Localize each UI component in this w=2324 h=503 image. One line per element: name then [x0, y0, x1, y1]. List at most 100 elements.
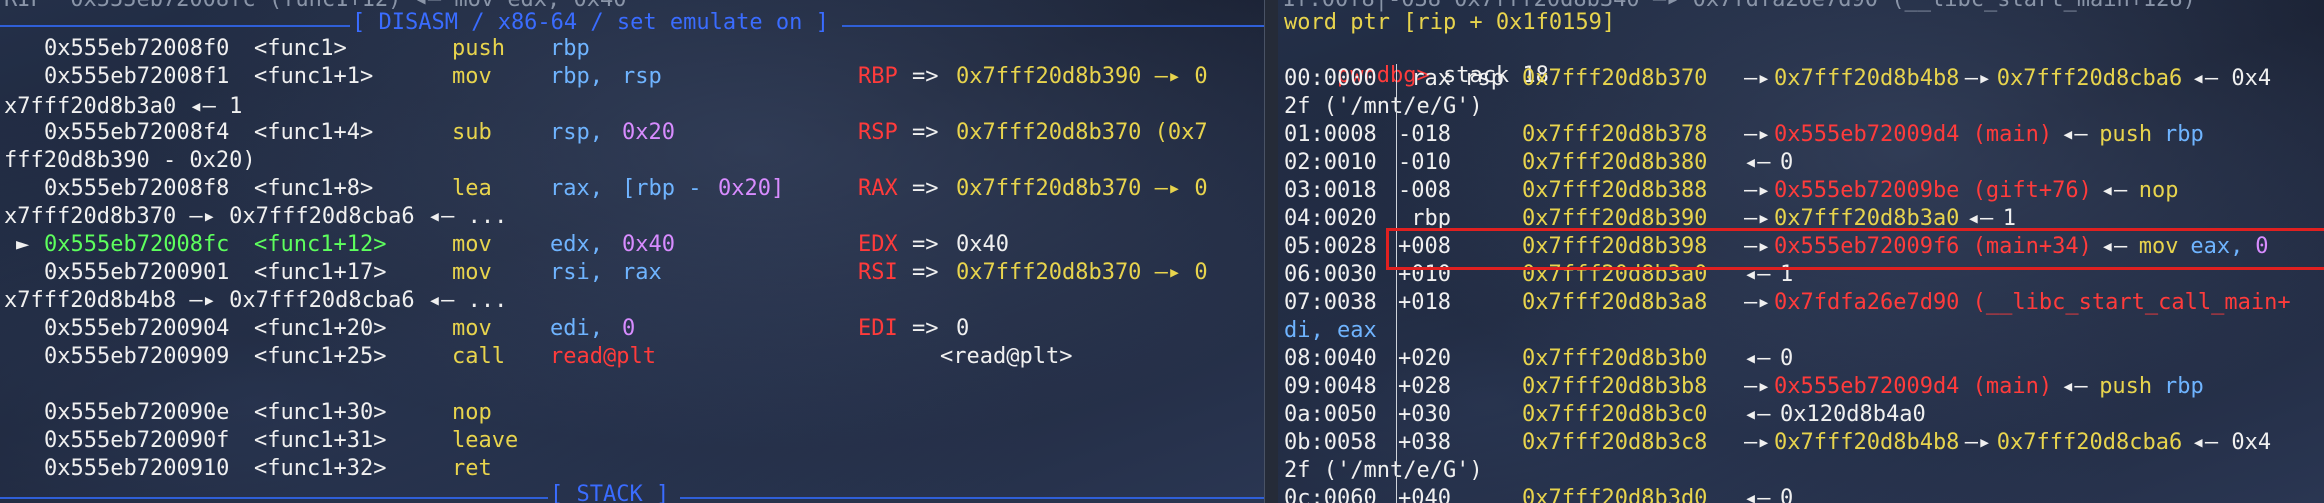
stack-pointer: 0x7fff20d8cba6	[1996, 66, 2183, 91]
stack-index: 0b:0058	[1284, 430, 1377, 455]
stack-offset: +030	[1398, 402, 1451, 427]
instr-address: 0x555eb720090f	[44, 428, 230, 453]
reg-name: RSP	[858, 120, 898, 145]
instr-operand: rsp,	[550, 120, 603, 145]
stack-pointer: 0x555eb72009d4 (main)	[1774, 122, 2053, 147]
instr-operand: rax,	[550, 176, 603, 201]
stack-offset: -010	[1398, 150, 1451, 175]
reg-value: 0x7fff20d8b370 —▸ 0	[956, 260, 1208, 285]
instr-symbol: <func1>	[254, 36, 347, 61]
instr-symbol: <func1+17>	[254, 260, 387, 285]
word-ptr-line: word ptr [rip + 0x1f0159]	[1284, 10, 1616, 35]
ptr-arrow: —▸	[1964, 66, 1992, 91]
val-arrow: ◂—	[2061, 122, 2088, 147]
stack-address: 0x7fff20d8b3b8	[1522, 374, 1708, 399]
instr-symbol: <func1+1>	[254, 64, 374, 89]
stack-offset: -008	[1398, 178, 1451, 203]
disasm-pane[interactable]: RIP 0x555eb72008fc (func1+12) ◂— mov edx…	[0, 0, 1264, 503]
stack-value: 0x120d8b4a0	[1780, 402, 1926, 427]
stack-index: 03:0018	[1284, 178, 1377, 203]
header-rule-right	[842, 25, 1264, 27]
instr-address: 0x555eb7200909	[44, 344, 230, 369]
instr-mnemonic: mov	[452, 316, 492, 341]
reg-arrow: =>	[912, 316, 939, 341]
instr-operand: 0	[622, 316, 636, 341]
instr-symbol: <func1+31>	[254, 428, 387, 453]
stack-address: 0x7fff20d8b370	[1522, 66, 1708, 91]
header-rule-left	[0, 25, 350, 27]
instr-symbol: <func1+20>	[254, 316, 387, 341]
instr-symbol: <func1+25>	[254, 344, 387, 369]
ptr-arrow: —▸	[1744, 122, 1771, 147]
stack-register: rbp	[2164, 374, 2204, 399]
reg-name: EDI	[858, 316, 898, 341]
stack-index: 02:0010	[1284, 150, 1377, 175]
reg-arrow: =>	[912, 260, 939, 285]
stack-pointer: 0x7fff20d8cba6	[1996, 430, 2183, 455]
val-arrow: ◂—	[1744, 402, 1771, 427]
stack-address: 0x7fff20d8b380	[1522, 150, 1708, 175]
reg-arrow: =>	[912, 176, 939, 201]
reg-name: RBP	[858, 64, 898, 89]
instr-address: 0x555eb720090e	[44, 400, 230, 425]
instr-address: 0x555eb72008f8	[44, 176, 230, 201]
instr-mnemonic: push	[452, 36, 505, 61]
wrap-rsp: fff20d8b390 - 0x20)	[4, 148, 256, 173]
stack-index: 0c:0060	[1284, 486, 1377, 503]
stack-value: 0	[1780, 150, 1794, 175]
reg-arrow: =>	[912, 232, 939, 257]
instr-mnemonic: mov	[452, 260, 492, 285]
stack-index: 09:0048	[1284, 374, 1377, 399]
instr-address: 0x555eb7200901	[44, 260, 230, 285]
stack-offset: +028	[1398, 374, 1451, 399]
reg-value: 0x7fff20d8b370 —▸ 0	[956, 176, 1208, 201]
reg-arrow: =>	[912, 120, 939, 145]
wrap-rsi: x7fff20d8b4b8 —▸ 0x7fff20d8cba6 ◂— ...	[4, 288, 508, 313]
ptr-arrow: —▸	[1744, 178, 1771, 203]
instr-mnemonic: mov	[452, 232, 492, 257]
instr-mnemonic: sub	[452, 120, 492, 145]
instr-operand: rsi,	[550, 260, 603, 285]
instr-operand: edi,	[550, 316, 603, 341]
stack-header: [ STACK ]	[550, 482, 670, 503]
stack-address: 0x7fff20d8b378	[1522, 122, 1708, 147]
wrap-rax: x7fff20d8b370 —▸ 0x7fff20d8cba6 ◂— ...	[4, 204, 508, 229]
wrap-rbp: x7fff20d8b3a0 ◂— 1	[4, 94, 243, 119]
val-arrow: ◂—	[1744, 346, 1771, 371]
stack-offset: +018	[1398, 290, 1451, 315]
instr-mnemonic: mov	[452, 64, 492, 89]
stack-value: 0	[1780, 486, 1794, 503]
wrap-row0: 2f ('/mnt/e/G')	[1284, 94, 1483, 119]
instr-symbol: <func1+4>	[254, 120, 374, 145]
stack-index: 08:0040	[1284, 346, 1377, 371]
stack-address: 0x7fff20d8b3b0	[1522, 346, 1708, 371]
instr-address: 0x555eb72008f1	[44, 64, 230, 89]
stack-pane[interactable]: 1f:00f8│-038 0x7fff20d8b340 —▸ 0x7fdfa26…	[1278, 0, 2324, 503]
stack-tail: ◂— 0x4	[2191, 430, 2272, 455]
stack-index: 06:0030	[1284, 262, 1377, 287]
stack-pointer: 0x7fdfa26e7d90 (__libc_start_call_main+	[1774, 290, 2291, 315]
instr-symbol: <func1+30>	[254, 400, 387, 425]
reg-value: 0x7fff20d8b370 (0x7	[956, 120, 1208, 145]
val-arrow: ◂—	[1744, 150, 1771, 175]
reg-value: 0x7fff20d8b390 —▸ 0	[956, 64, 1208, 89]
stack-offset: +040	[1398, 486, 1451, 503]
instr-operand: edx,	[550, 232, 603, 257]
stack-pointer: 0x7fff20d8b4b8	[1774, 430, 1960, 455]
reg-name: RSI	[858, 260, 898, 285]
instr-operand: rax	[622, 260, 662, 285]
reg-arrow: =>	[912, 64, 939, 89]
instr-symbol: <func1+8>	[254, 176, 374, 201]
stack-index: 05:0028	[1284, 234, 1377, 259]
instr-mnemonic: ret	[452, 456, 492, 481]
stack-index: 01:0008	[1284, 122, 1377, 147]
stack-offset: rax rsp	[1398, 66, 1504, 91]
instr-operand: 0x40	[622, 232, 675, 257]
instr-address: 0x555eb7200910	[44, 456, 230, 481]
val-arrow: ◂—	[1744, 486, 1771, 503]
stack-pointer: 0x555eb72009be (gift+76)	[1774, 178, 2092, 203]
stack-address: 0x7fff20d8b388	[1522, 178, 1708, 203]
instr-mnemonic: lea	[452, 176, 492, 201]
instr-operand: 0x20	[622, 120, 675, 145]
stack-index: 00:0000	[1284, 66, 1377, 91]
